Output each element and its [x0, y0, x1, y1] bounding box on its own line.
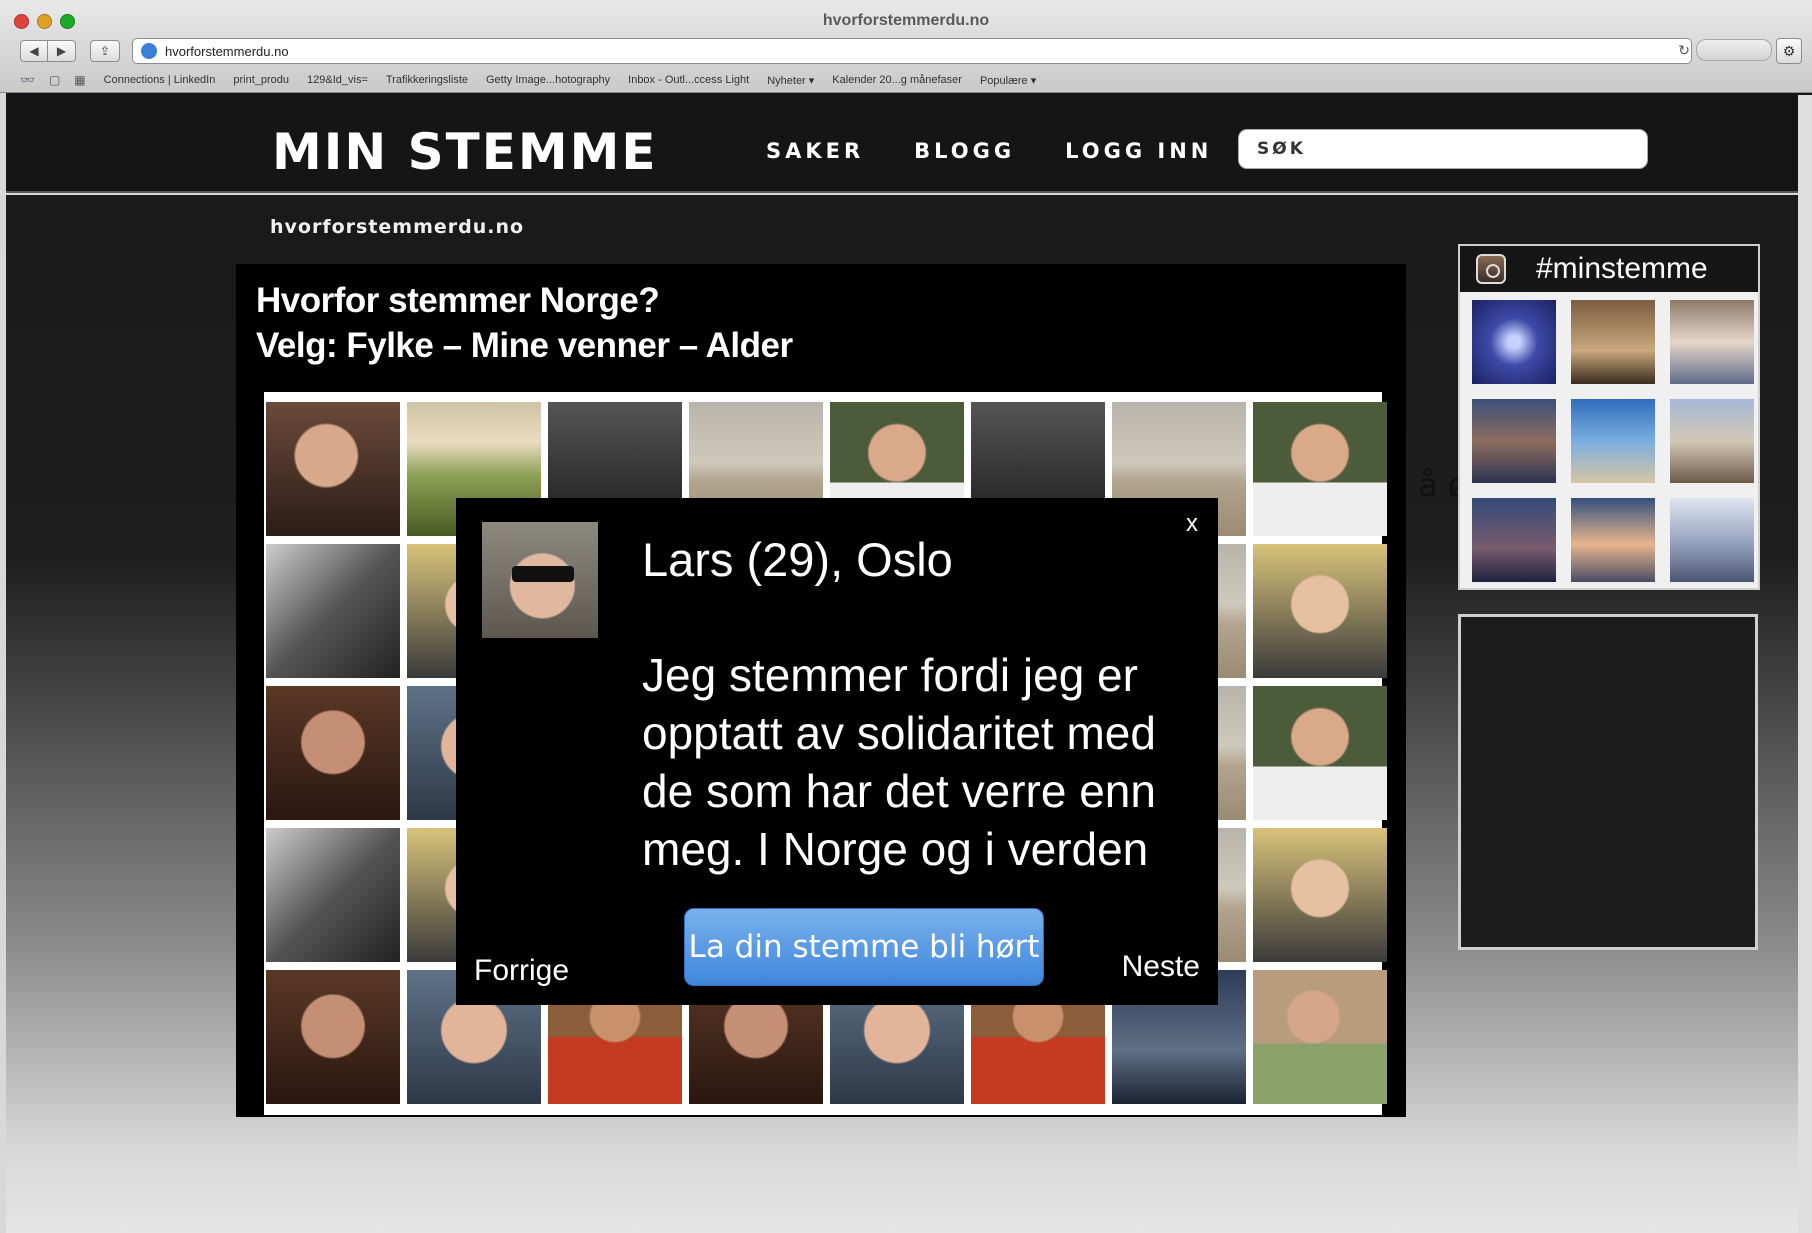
search-input[interactable] — [1238, 129, 1648, 169]
bookmarks-bar: 👓 ▢ ▦ Connections | LinkedIn print_produ… — [20, 70, 1036, 90]
browser-chrome: hvorforstemmerdu.no ◀ ▶ ⇪ hvorforstemmer… — [0, 0, 1812, 93]
cta-button[interactable]: La din stemme bli hørt — [684, 908, 1044, 986]
reading-list-icon[interactable]: 👓 — [20, 73, 35, 87]
gear-icon: ⚙ — [1782, 43, 1796, 59]
nav-saker[interactable]: SAKER — [766, 139, 864, 163]
reader-button[interactable] — [1696, 39, 1772, 61]
share-icon: ⇪ — [99, 44, 111, 58]
arrow-right-icon: ▶ — [56, 44, 67, 58]
voter-photo[interactable] — [1253, 686, 1387, 820]
voter-photo[interactable] — [1253, 970, 1387, 1104]
share-button[interactable]: ⇪ — [90, 40, 120, 62]
voter-photo[interactable] — [266, 970, 400, 1104]
avatar — [482, 522, 598, 638]
instagram-photo[interactable] — [1472, 300, 1556, 384]
instagram-photo[interactable] — [1571, 399, 1655, 483]
bookmark-item[interactable]: Inbox - Outl...ccess Light — [628, 74, 749, 86]
arrow-left-icon: ◀ — [29, 44, 39, 58]
bookmarks-icon[interactable]: ▢ — [49, 73, 60, 87]
close-icon[interactable]: x — [1186, 510, 1198, 538]
instagram-photo[interactable] — [1472, 498, 1556, 582]
voter-quote-modal: x Lars (29), Oslo Jeg stemmer fordi jeg … — [456, 498, 1218, 1005]
sunglasses-shape — [512, 566, 574, 582]
bookmark-item[interactable]: Kalender 20...g månefaser — [832, 74, 962, 86]
voter-quote: Jeg stemmer fordi jeg er opptatt av soli… — [642, 649, 1156, 875]
bookmark-item[interactable]: print_produ — [233, 74, 289, 86]
browser-toolbar: ◀ ▶ ⇪ hvorforstemmerdu.no ↻ ⚙ — [10, 38, 1802, 66]
bookmark-item[interactable]: Trafikkeringsliste — [386, 74, 468, 86]
instagram-photo[interactable] — [1670, 399, 1754, 483]
voter-photo[interactable] — [266, 828, 400, 962]
instagram-widget: #minstemme — [1458, 244, 1760, 590]
bookmark-item[interactable]: 129&Id_vis= — [307, 74, 368, 86]
headline-line-1: Hvorfor stemmer Norge? — [256, 281, 660, 320]
voter-photo[interactable] — [1253, 828, 1387, 962]
instagram-grid — [1460, 292, 1758, 582]
sidebar-empty-box — [1458, 614, 1758, 950]
bookmark-item[interactable]: Getty Image...hotography — [486, 74, 610, 86]
instagram-photo[interactable] — [1571, 498, 1655, 582]
instagram-photo[interactable] — [1670, 300, 1754, 384]
back-button[interactable]: ◀ — [20, 40, 48, 62]
site-logo[interactable]: MIN STEMME — [272, 123, 658, 181]
bookmark-item[interactable]: Nyheter ▾ — [767, 74, 814, 87]
bookmark-tools: 👓 ▢ ▦ — [20, 73, 86, 87]
voter-name: Lars (29), Oslo — [642, 533, 953, 586]
voter-photo[interactable] — [266, 544, 400, 678]
forward-button[interactable]: ▶ — [48, 40, 76, 62]
site-header: MIN STEMME SAKER BLOGG LOGG INN — [6, 93, 1812, 193]
voter-photo[interactable] — [266, 402, 400, 536]
voter-photo[interactable] — [1253, 402, 1387, 536]
page-title: Hvorfor stemmer Norge? Velg: Fylke – Min… — [256, 278, 793, 368]
voter-photo[interactable] — [1253, 544, 1387, 678]
main-nav: SAKER BLOGG LOGG INN — [766, 139, 1212, 163]
instagram-hashtag[interactable]: #minstemme — [1536, 252, 1708, 286]
instagram-header: #minstemme — [1460, 246, 1758, 292]
bookmark-item[interactable]: Connections | LinkedIn — [104, 74, 216, 86]
bookmark-item[interactable]: Populære ▾ — [980, 74, 1036, 87]
instagram-photo[interactable] — [1670, 498, 1754, 582]
address-bar[interactable]: hvorforstemmerdu.no — [132, 38, 1692, 64]
site-domain-label: hvorforstemmerdu.no — [270, 216, 525, 238]
history-buttons: ◀ ▶ — [20, 40, 76, 62]
next-link[interactable]: Neste — [1122, 950, 1200, 984]
headline-line-2[interactable]: Velg: Fylke – Mine venner – Alder — [256, 323, 793, 368]
nav-logg-inn[interactable]: LOGG INN — [1065, 139, 1212, 163]
nav-blogg[interactable]: BLOGG — [914, 139, 1015, 163]
settings-button[interactable]: ⚙ — [1776, 38, 1802, 64]
previous-link[interactable]: Forrige — [474, 954, 569, 988]
window-title: hvorforstemmerdu.no — [822, 12, 990, 29]
voter-photo[interactable] — [266, 686, 400, 820]
address-url: hvorforstemmerdu.no — [165, 43, 289, 59]
globe-icon — [141, 43, 157, 59]
instagram-icon — [1476, 254, 1506, 284]
top-sites-icon[interactable]: ▦ — [74, 73, 85, 87]
instagram-photo[interactable] — [1571, 300, 1655, 384]
instagram-photo[interactable] — [1472, 399, 1556, 483]
reload-icon[interactable]: ↻ — [1678, 42, 1690, 59]
window-right-edge — [1798, 95, 1812, 1233]
